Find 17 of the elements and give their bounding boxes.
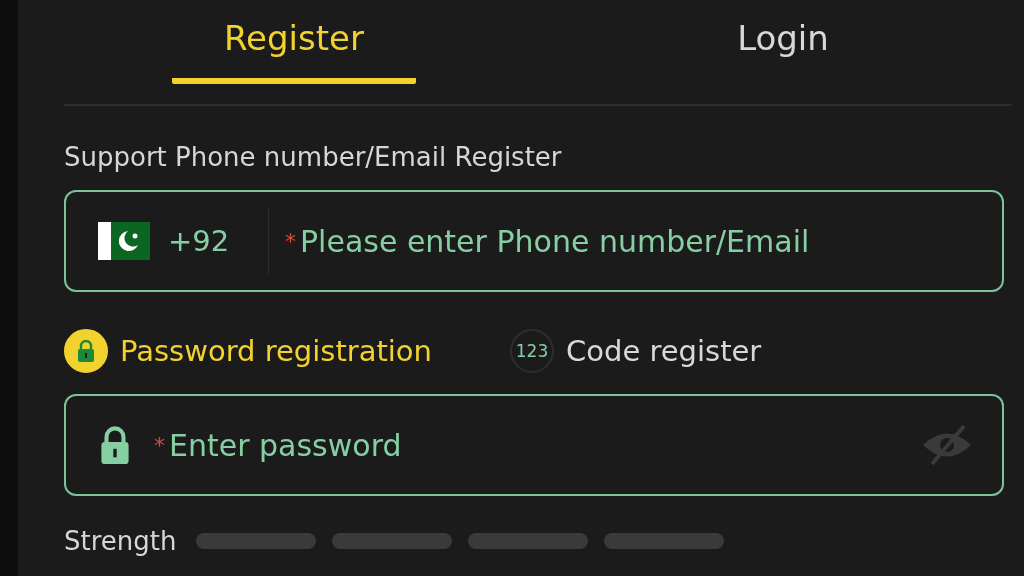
- padlock-icon: [76, 339, 96, 363]
- tab[interactable]: Register: [64, 0, 524, 104]
- strength-label: Strength: [64, 526, 177, 556]
- method-option[interactable]: Password registration: [64, 329, 432, 373]
- lock-icon: [98, 424, 132, 466]
- country-code: +92: [168, 224, 231, 258]
- support-label: Support Phone number/Email Register: [64, 142, 563, 172]
- tab[interactable]: Login: [658, 0, 908, 104]
- flag-icon: [98, 222, 150, 260]
- password-field[interactable]: *Enter password: [64, 394, 1004, 496]
- required-mark: *: [154, 432, 165, 458]
- required-mark: *: [285, 228, 296, 254]
- code-icon: 123: [510, 329, 554, 373]
- phone-field[interactable]: +92 *Please enter Phone number/Email: [64, 190, 1004, 292]
- password-input[interactable]: Enter password: [167, 426, 920, 464]
- phone-input[interactable]: Please enter Phone number/Email: [298, 222, 974, 260]
- method-option[interactable]: 123 Code register: [510, 329, 762, 373]
